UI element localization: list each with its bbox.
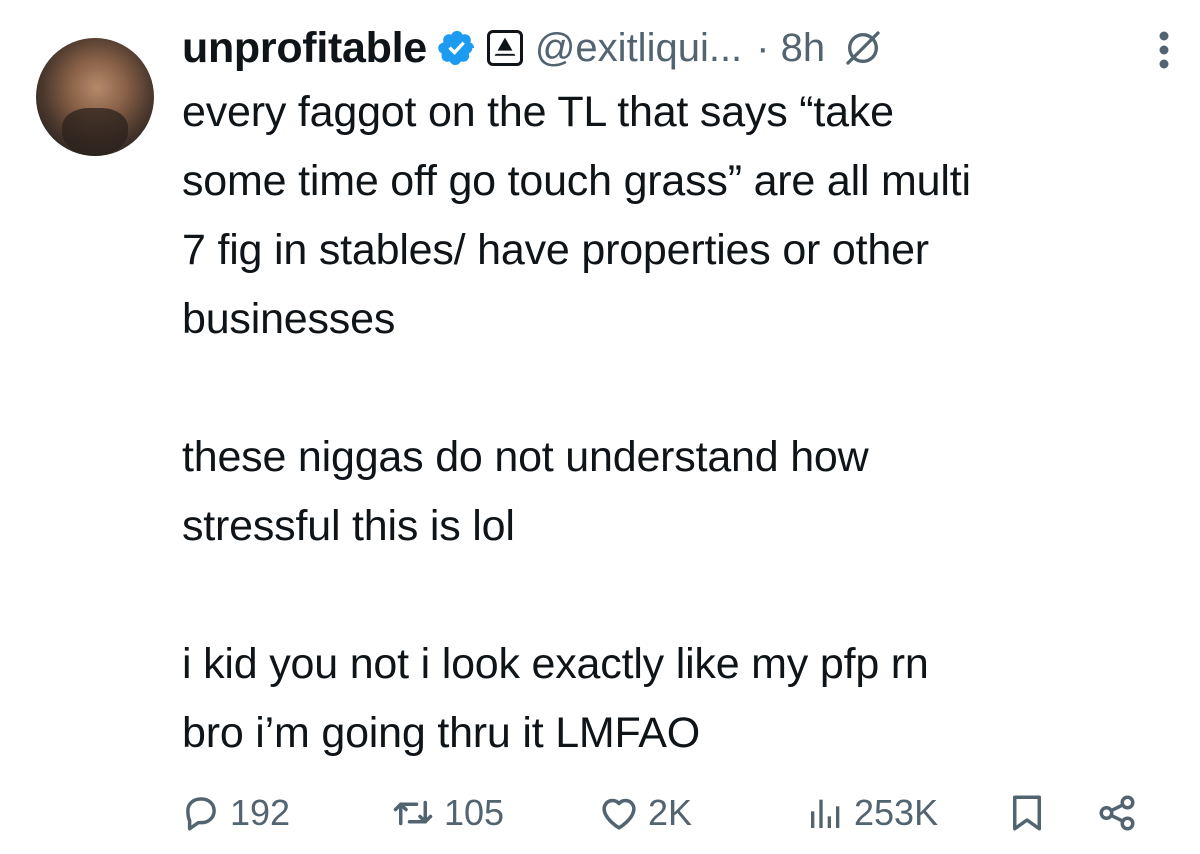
tweet-line: stressful this is lol	[182, 502, 515, 550]
tweet-paragraph: i kid you not i look exactly like my pfp…	[182, 630, 1182, 768]
tweet-line: i kid you not i look exactly like my pfp…	[182, 640, 929, 688]
tweet-paragraph: these niggas do not understand how stres…	[182, 423, 1182, 561]
tweet-line: 7 fig in stables/ have properties or oth…	[182, 226, 929, 274]
bookmark-button[interactable]	[1006, 786, 1096, 840]
tweet-line: these niggas do not understand how	[182, 433, 869, 481]
tweet: unprofitable @exitliqui... · 8h every fa…	[0, 0, 1200, 854]
repost-button[interactable]: 105	[390, 786, 598, 840]
avatar[interactable]	[36, 38, 154, 156]
tweet-paragraph: every faggot on the TL that says “take s…	[182, 78, 1182, 354]
like-button[interactable]: 2K	[598, 786, 806, 840]
tweet-text: every faggot on the TL that says “take s…	[182, 78, 1182, 768]
share-button[interactable]	[1096, 786, 1156, 840]
share-icon	[1096, 792, 1138, 834]
tweet-line: businesses	[182, 295, 396, 343]
views-icon	[806, 792, 846, 834]
heart-icon	[598, 792, 640, 834]
reply-button[interactable]: 192	[180, 786, 390, 840]
reply-icon	[180, 792, 222, 834]
repost-icon	[390, 792, 436, 834]
action-bar: 192 105 2K 253K	[180, 786, 1180, 840]
view-count: 253K	[854, 792, 939, 833]
repost-count: 105	[444, 792, 505, 833]
tweet-line: every faggot on the TL that says “take	[182, 88, 894, 136]
handle[interactable]: @exitliqui...	[535, 26, 742, 71]
display-name[interactable]: unprofitable	[182, 24, 427, 73]
verified-badge-icon	[437, 28, 477, 68]
views-button[interactable]: 253K	[806, 786, 1006, 840]
affiliate-badge-icon[interactable]	[486, 30, 523, 66]
grok-icon[interactable]	[843, 28, 883, 68]
bookmark-icon	[1006, 791, 1048, 835]
like-count: 2K	[648, 792, 693, 833]
more-options-icon[interactable]	[1158, 30, 1170, 70]
reply-count: 192	[230, 792, 291, 833]
timestamp[interactable]: · 8h	[756, 26, 825, 71]
tweet-header: unprofitable @exitliqui... · 8h	[182, 18, 1182, 78]
tweet-line: some time off go touch grass” are all mu…	[182, 157, 971, 205]
tweet-line: bro i’m going thru it LMFAO	[182, 709, 700, 757]
